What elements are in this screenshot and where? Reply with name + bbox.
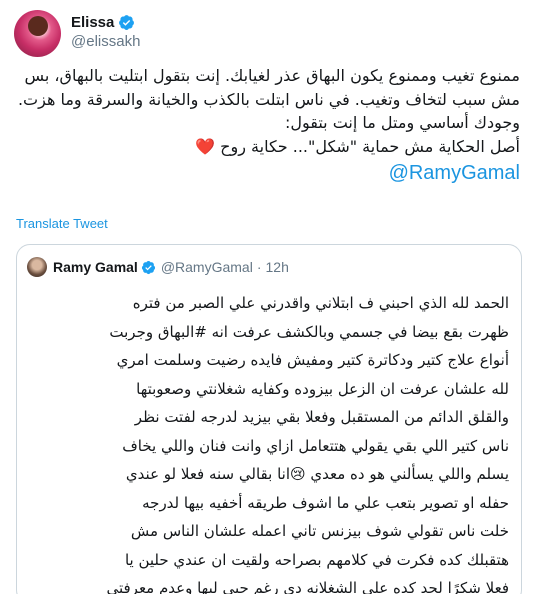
tweet-text-line-with-heart: أصل الحكاية مش حماية "شكل"... حكاية روح … xyxy=(14,135,520,159)
quoted-tweet-header: Ramy Gamal @RamyGamal · 12h xyxy=(27,257,289,277)
author-names: Elissa @elissakh xyxy=(71,14,140,50)
quoted-author-display-name: Ramy Gamal xyxy=(53,259,138,275)
verified-badge-icon xyxy=(141,260,155,274)
heart-emoji-icon: ❤️ xyxy=(195,136,216,156)
quoted-text-line: خلت ناس تقولي شوف بيزنس تاني اعمله علشان… xyxy=(130,522,509,540)
quoted-text-line: ظهرت بقع بيضا في جسمي وبالكشف عرفت انه #… xyxy=(109,322,509,341)
translate-tweet-link[interactable]: Translate Tweet xyxy=(16,216,108,231)
quoted-text-line: والقلق الدائم من المستقبل وفعلا بقي بيزي… xyxy=(134,408,509,426)
quoted-text-line: الحمد لله الذي احبني ف ابتلاني واقدرني ع… xyxy=(132,294,509,312)
quoted-author-handle: @RamyGamal xyxy=(160,259,253,275)
quoted-text-line: حفله او تصوير بتعب علي ما اشوف طريقه أخف… xyxy=(142,493,509,512)
quoted-text-line: أنواع علاج كتير ودكاترة كتير ومفيش فايده… xyxy=(116,351,509,369)
verified-badge-icon xyxy=(119,15,135,30)
quoted-text-line: لله علشان عرفت ان الزعل بيزوده وكفايه شغ… xyxy=(136,379,509,398)
quoted-text-line: هتقبلك كده فكرت في كلامهم بصراحه ولقيت ا… xyxy=(124,550,509,569)
separator-dot: · xyxy=(256,259,262,275)
tweet-text-line: مش سبب لتخاف وتغيب. في ناس ابتلت بالكذب … xyxy=(17,89,520,109)
quoted-tweet-text: الحمد لله الذي احبني ف ابتلاني واقدرني ع… xyxy=(25,289,509,594)
quoted-author-avatar xyxy=(27,257,47,277)
tweet-text-line: وجودك أساسي ومتل ما إنت بتقول: xyxy=(284,113,520,132)
tweet-header: Elissa @elissakh xyxy=(14,10,140,60)
quoted-text-line: يسلم واللي يسألني هو ده معدي 😢انا بقالي … xyxy=(125,465,509,483)
author-name-row: Elissa xyxy=(71,14,140,31)
author-handle[interactable]: @elissakh xyxy=(71,33,140,50)
tweet-text: ممنوع تغيب وممنوع يكون البهاق عذر لغيابك… xyxy=(14,64,520,186)
author-avatar[interactable] xyxy=(14,10,61,57)
quoted-tweet[interactable]: Ramy Gamal @RamyGamal · 12h الحمد لله ال… xyxy=(16,244,522,594)
quoted-text-line: فعلا شكرًا لحد كده علي الشغلانه دي رغم ح… xyxy=(106,579,509,594)
tweet-card: Elissa @elissakh ممنوع تغيب وممنوع يكون … xyxy=(0,0,536,594)
quoted-text-line: ناس كتير اللي بقي يقولي هتتعامل ازاي وان… xyxy=(122,436,509,455)
tweet-text-line: أصل الحكاية مش حماية "شكل"... حكاية روح xyxy=(220,136,520,156)
tweet-text-line: ممنوع تغيب وممنوع يكون البهاق عذر لغيابك… xyxy=(24,66,520,85)
quoted-timestamp: 12h xyxy=(265,259,289,275)
mention-line: @RamyGamal xyxy=(14,158,520,186)
author-display-name[interactable]: Elissa xyxy=(71,14,114,31)
mention-link[interactable]: @RamyGamal xyxy=(389,162,520,186)
